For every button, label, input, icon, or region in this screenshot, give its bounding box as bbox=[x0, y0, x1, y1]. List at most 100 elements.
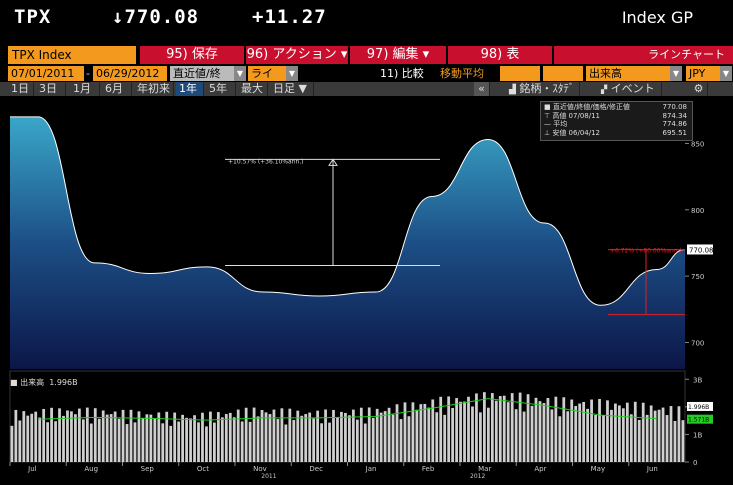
volume-bar bbox=[185, 417, 188, 462]
volume-bar bbox=[46, 422, 50, 462]
period-6m[interactable]: 6月 bbox=[102, 82, 132, 96]
event-icon: ▞ bbox=[601, 85, 608, 94]
volume-tick-label: 3B bbox=[693, 376, 702, 384]
edit-button[interactable]: 97) 編集 ▾ bbox=[350, 46, 446, 64]
line-type-select[interactable]: ライン bbox=[248, 66, 286, 95]
volume-bar bbox=[673, 420, 677, 462]
price-tick-label: 750 bbox=[691, 273, 704, 281]
volume-dropdown-icon[interactable]: ▼ bbox=[670, 66, 682, 81]
volume-bar bbox=[637, 419, 641, 462]
period-3d[interactable]: 3日 bbox=[36, 82, 66, 96]
volume-bar bbox=[419, 404, 423, 462]
volume-bar bbox=[379, 412, 383, 462]
volume-bar bbox=[284, 424, 288, 462]
volume-tick-label: 1B bbox=[693, 431, 702, 439]
volume-bar bbox=[34, 411, 38, 462]
volume-bar bbox=[641, 402, 645, 462]
volume-bar bbox=[534, 397, 538, 462]
volume-bar bbox=[89, 423, 93, 462]
volume-bar bbox=[455, 398, 458, 462]
period-5y[interactable]: 5年 bbox=[206, 82, 236, 96]
last-price: ↓770.08 bbox=[112, 6, 200, 28]
period-1m[interactable]: 1月 bbox=[70, 82, 100, 96]
volume-bar bbox=[320, 423, 323, 462]
volume-bar bbox=[602, 415, 605, 462]
end-date-field[interactable]: 06/29/2012 bbox=[93, 66, 167, 81]
currency-select[interactable]: JPY bbox=[686, 66, 720, 81]
volume-bar bbox=[300, 415, 304, 462]
line-type-dropdown-icon[interactable]: ▼ bbox=[286, 66, 298, 81]
frequency-select[interactable]: 日足 ▼ bbox=[270, 82, 314, 96]
volume-bar bbox=[586, 408, 590, 462]
volume-bar bbox=[387, 407, 391, 462]
volume-bar bbox=[443, 414, 447, 462]
header-bar: TPX ↓770.08 +11.27 Index GP bbox=[0, 0, 733, 44]
volume-bar bbox=[113, 411, 117, 462]
volume-bar bbox=[236, 409, 240, 462]
volume-bar bbox=[677, 406, 681, 462]
price-type-dropdown-icon[interactable]: ▼ bbox=[234, 66, 246, 81]
volume-bar bbox=[614, 403, 617, 462]
ma-field-2[interactable] bbox=[543, 66, 583, 81]
volume-bar bbox=[530, 405, 534, 462]
month-tick-label: Mar bbox=[478, 465, 491, 473]
start-date-field[interactable]: 07/01/2011 bbox=[8, 66, 84, 81]
annotation-right-label: +6.72% (+80.00%ann.) bbox=[610, 248, 682, 255]
volume-bar bbox=[486, 407, 490, 462]
currency-dropdown-icon[interactable]: ▼ bbox=[720, 66, 732, 81]
volume-bar bbox=[18, 420, 22, 462]
volume-bar bbox=[224, 414, 228, 462]
volume-bar bbox=[594, 415, 597, 462]
volume-bar bbox=[93, 408, 97, 462]
events-button[interactable]: ▞ イベント bbox=[598, 82, 662, 96]
volume-bar bbox=[244, 407, 248, 462]
moving-average-button[interactable]: 移動平均 bbox=[440, 66, 484, 81]
save-button[interactable]: 95) 保存 bbox=[140, 46, 244, 64]
period-ytd[interactable]: 年初来 bbox=[134, 82, 174, 96]
volume-bar bbox=[125, 424, 129, 462]
month-tick-label: Feb bbox=[422, 465, 435, 473]
volume-bar bbox=[359, 407, 363, 462]
volume-bar bbox=[459, 401, 462, 462]
volume-bar bbox=[566, 411, 570, 462]
volume-bar bbox=[526, 394, 530, 462]
volume-bar bbox=[137, 411, 141, 462]
volume-bar bbox=[363, 423, 367, 462]
price-tick-label: 850 bbox=[691, 140, 704, 148]
volume-bar bbox=[117, 418, 121, 462]
month-tick-label: Jan bbox=[365, 465, 377, 473]
volume-bar bbox=[26, 415, 30, 462]
compare-button[interactable]: 11) 比較 bbox=[380, 66, 424, 81]
volume-bar bbox=[506, 402, 510, 462]
volume-bar bbox=[177, 421, 181, 462]
table-button[interactable]: 98) 表 bbox=[448, 46, 552, 64]
ma-field-1[interactable] bbox=[500, 66, 540, 81]
volume-bar bbox=[554, 396, 558, 462]
studies-button[interactable]: ▟ 銘柄・ｽﾀﾃﾞｨ bbox=[506, 82, 580, 110]
volume-bar bbox=[312, 418, 316, 462]
volume-bar bbox=[657, 409, 661, 462]
volume-select[interactable]: 出来高 bbox=[586, 66, 670, 81]
actions-button[interactable]: 96) アクション ▾ bbox=[246, 46, 348, 64]
volume-bar bbox=[264, 412, 268, 462]
volume-bar bbox=[407, 416, 411, 462]
volume-bar bbox=[522, 411, 526, 462]
volume-bar bbox=[304, 414, 308, 462]
legend-average: — 平均 774.86 bbox=[544, 120, 687, 128]
month-tick-label: Dec bbox=[309, 465, 323, 473]
collapse-icon[interactable]: « bbox=[474, 82, 490, 96]
price-type-select[interactable]: 直近値/終 bbox=[170, 66, 234, 81]
volume-bar bbox=[173, 412, 177, 462]
period-max[interactable]: 最大 bbox=[238, 82, 268, 96]
security-field[interactable]: TPX Index bbox=[8, 46, 136, 64]
period-1y[interactable]: 1年 bbox=[176, 82, 204, 96]
month-tick-label: Aug bbox=[84, 465, 98, 473]
volume-bar bbox=[367, 407, 371, 462]
volume-bar bbox=[475, 393, 478, 462]
period-1d[interactable]: 1日 bbox=[8, 82, 34, 96]
gear-icon[interactable]: ⚙ bbox=[690, 82, 708, 96]
volume-bar bbox=[157, 412, 161, 462]
chart-type-button[interactable]: ラインチャート bbox=[554, 46, 733, 64]
volume-bar bbox=[292, 420, 296, 462]
volume-bar bbox=[30, 413, 34, 462]
